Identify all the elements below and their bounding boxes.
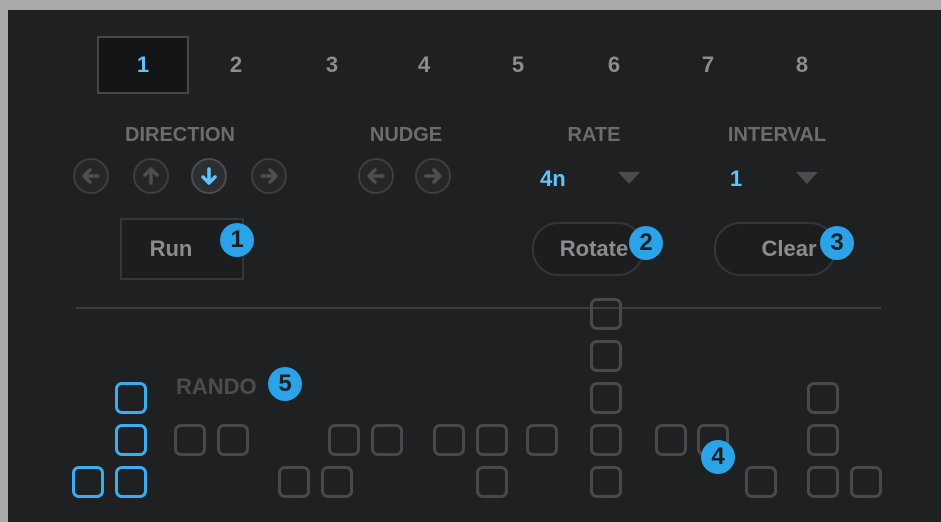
step-cell[interactable]	[850, 466, 882, 498]
interval-value[interactable]: 1	[730, 166, 742, 192]
step-cell[interactable]	[590, 382, 622, 414]
nudge-label: NUDGE	[369, 124, 443, 146]
step-cell[interactable]	[321, 466, 353, 498]
tab-label: 6	[607, 52, 621, 77]
left-arrow-icon	[82, 168, 100, 184]
step-cell[interactable]	[476, 424, 508, 456]
tab-2[interactable]: 2	[190, 36, 282, 94]
clear-button[interactable]: Clear	[714, 222, 836, 276]
divider	[76, 307, 881, 309]
step-cell[interactable]	[526, 424, 558, 456]
tab-4[interactable]: 4	[378, 36, 470, 94]
step-cell[interactable]	[278, 466, 310, 498]
tab-3[interactable]: 3	[286, 36, 378, 94]
random-label: RANDO	[176, 374, 257, 399]
badge-4: 4	[701, 440, 735, 474]
right-arrow-icon	[260, 168, 278, 184]
step-cell[interactable]	[745, 466, 777, 498]
step-cell[interactable]	[174, 424, 206, 456]
direction-down-button[interactable]	[191, 158, 227, 194]
rotate-button[interactable]: Rotate	[532, 222, 644, 276]
step-cell[interactable]	[807, 424, 839, 456]
step-cell[interactable]	[807, 466, 839, 498]
up-arrow-icon	[143, 167, 159, 185]
direction-right-button[interactable]	[251, 158, 287, 194]
tab-label: 1	[136, 52, 150, 77]
step-cell[interactable]	[590, 340, 622, 372]
tab-label: 3	[325, 52, 339, 77]
tab-1[interactable]: 1	[97, 36, 189, 94]
badge-1: 1	[220, 223, 254, 257]
chevron-down-icon[interactable]	[618, 172, 640, 184]
step-cell[interactable]	[590, 424, 622, 456]
step-cell[interactable]	[371, 424, 403, 456]
tab-6[interactable]: 6	[568, 36, 660, 94]
badge-5: 5	[268, 367, 302, 401]
step-cell[interactable]	[115, 382, 147, 414]
step-cell[interactable]	[433, 424, 465, 456]
left-arrow-icon	[367, 168, 385, 184]
step-cell[interactable]	[328, 424, 360, 456]
tab-8[interactable]: 8	[756, 36, 848, 94]
rotate-button-label: Rotate	[559, 236, 629, 261]
direction-label: DIRECTION	[125, 124, 235, 146]
badge-2: 2	[629, 226, 663, 260]
tab-label: 8	[795, 52, 809, 77]
tab-5[interactable]: 5	[472, 36, 564, 94]
chevron-down-icon[interactable]	[796, 172, 818, 184]
badge-3: 3	[820, 226, 854, 260]
step-cell[interactable]	[115, 466, 147, 498]
step-cell[interactable]	[217, 424, 249, 456]
step-cell[interactable]	[590, 466, 622, 498]
down-arrow-icon	[201, 167, 217, 185]
step-cell[interactable]	[590, 298, 622, 330]
step-cell[interactable]	[476, 466, 508, 498]
interval-label: INTERVAL	[727, 124, 827, 146]
tab-7[interactable]: 7	[662, 36, 754, 94]
tab-label: 7	[701, 52, 715, 77]
rate-label: RATE	[567, 124, 621, 146]
tab-label: 5	[511, 52, 525, 77]
direction-left-button[interactable]	[73, 158, 109, 194]
step-cell[interactable]	[807, 382, 839, 414]
step-cell[interactable]	[72, 466, 104, 498]
nudge-right-button[interactable]	[415, 158, 451, 194]
run-button-label: Run	[149, 236, 193, 261]
direction-up-button[interactable]	[133, 158, 169, 194]
step-cell[interactable]	[655, 424, 687, 456]
nudge-left-button[interactable]	[358, 158, 394, 194]
tab-label: 4	[417, 52, 431, 77]
step-cell[interactable]	[115, 424, 147, 456]
clear-button-label: Clear	[761, 236, 817, 261]
tab-label: 2	[229, 52, 243, 77]
rate-value[interactable]: 4n	[540, 166, 566, 192]
right-arrow-icon	[424, 168, 442, 184]
